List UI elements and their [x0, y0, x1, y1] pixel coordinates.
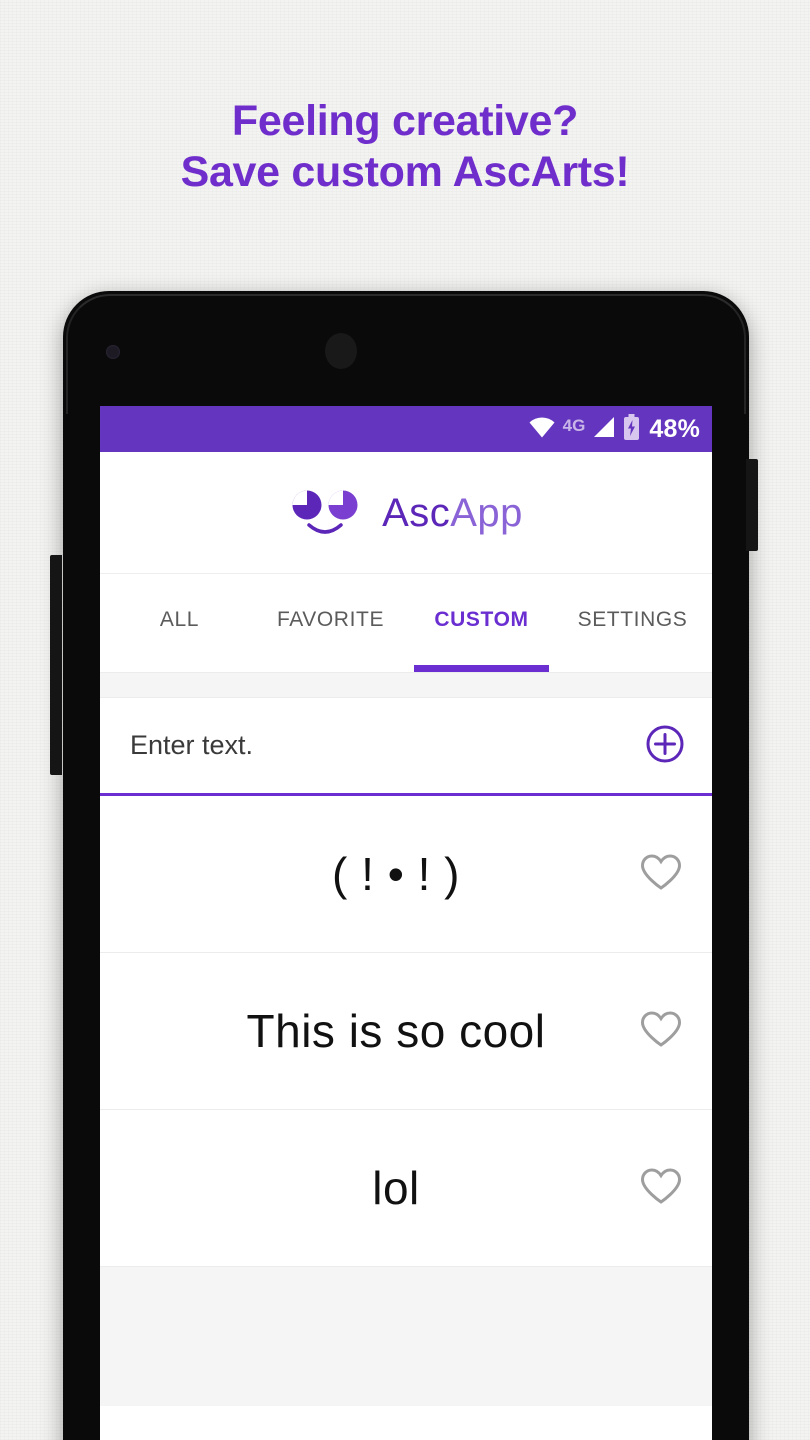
tab-settings[interactable]: SETTINGS — [557, 574, 708, 672]
heart-outline-icon — [639, 1167, 683, 1210]
custom-art-input-row — [100, 698, 712, 796]
tab-custom[interactable]: CUSTOM — [406, 574, 557, 672]
app-bar: AscApp — [100, 452, 712, 574]
brand-secondary-text: App — [450, 490, 523, 535]
brand-primary-text: Asc — [382, 490, 451, 535]
custom-art-input[interactable] — [130, 730, 642, 761]
list-item[interactable]: ( ! • ! ) — [100, 796, 712, 953]
promo-headline: Feeling creative? Save custom AscArts! — [0, 96, 810, 197]
art-text: ( ! • ! ) — [332, 848, 460, 900]
favorite-button[interactable] — [632, 845, 690, 903]
favorite-button[interactable] — [632, 1002, 690, 1060]
volume-button[interactable] — [50, 555, 62, 775]
tab-favorite[interactable]: FAVORITE — [255, 574, 406, 672]
front-camera-icon — [106, 345, 120, 359]
network-type-label: 4G — [562, 415, 586, 435]
promo-headline-line-2: Save custom AscArts! — [180, 147, 630, 196]
list-item[interactable]: This is so cool — [100, 953, 712, 1110]
phone-screen: 4G 48% AscApp ALL FAVORITE CUSTOM SETTIN… — [100, 406, 712, 1440]
earpiece-speaker-icon — [325, 333, 357, 369]
app-brand-title: AscApp — [382, 493, 523, 533]
heart-outline-icon — [639, 1010, 683, 1053]
heart-outline-icon — [639, 853, 683, 896]
tab-divider — [100, 672, 712, 698]
tab-bar: ALL FAVORITE CUSTOM SETTINGS — [100, 574, 712, 672]
signal-icon — [592, 416, 616, 443]
custom-art-list: ( ! • ! ) This is so cool lol — [100, 796, 712, 1406]
power-button[interactable] — [746, 459, 758, 551]
battery-percent-label: 48% — [649, 414, 700, 443]
promo-headline-line-1: Feeling creative? — [231, 97, 579, 145]
status-bar: 4G 48% — [100, 406, 712, 452]
status-bar-icons: 4G 48% — [528, 413, 700, 445]
plus-circle-icon — [644, 723, 686, 768]
add-custom-art-button[interactable] — [642, 723, 688, 769]
battery-charging-icon — [623, 413, 640, 445]
tab-all[interactable]: ALL — [104, 574, 255, 672]
wifi-icon — [528, 416, 556, 443]
favorite-button[interactable] — [632, 1159, 690, 1217]
list-item[interactable]: lol — [100, 1110, 712, 1267]
smiley-face-logo-icon — [289, 487, 365, 539]
art-text: lol — [372, 1162, 420, 1214]
art-text: This is so cool — [246, 1005, 546, 1057]
